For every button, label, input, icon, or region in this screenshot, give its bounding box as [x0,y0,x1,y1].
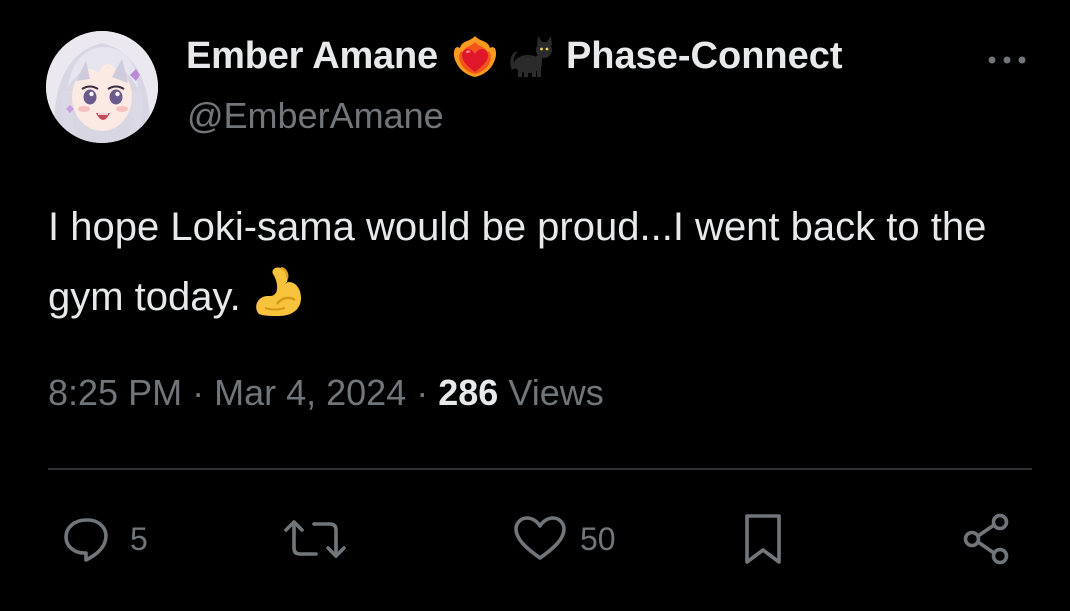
views-label: Views [508,372,604,413]
meta-separator: · [416,372,429,413]
avatar[interactable] [46,31,158,143]
more-icon [988,56,1026,64]
tweet-card: Ember Amane Phase-Connect @EmberAmane I … [0,0,1070,611]
black-cat-icon [506,34,554,78]
reply-icon [64,518,108,562]
author-handle[interactable]: @EmberAmane [187,95,444,137]
tweet-date[interactable]: Mar 4, 2024 [214,372,406,413]
flexed-biceps-icon [251,264,307,342]
more-options-button[interactable] [985,45,1029,75]
tweet-meta: 8:25 PM · Mar 4, 2024 · 286 Views [48,372,604,414]
retweet-button[interactable] [282,514,360,564]
heart-on-fire-icon [452,34,498,78]
affiliation-label[interactable]: Phase-Connect [566,35,843,78]
bottom-edge [0,604,1070,611]
avatar-image [46,31,158,143]
divider [48,468,1032,470]
views-count: 286 [438,372,499,413]
reply-button[interactable]: 5 [62,514,148,564]
bookmark-button[interactable] [738,514,788,564]
share-icon [963,513,1009,565]
author-name-row: Ember Amane Phase-Connect [186,34,843,78]
retweet-icon [284,520,346,558]
reply-count: 5 [130,520,148,557]
tweet-text: I hope Loki-sama would be proud...I went… [48,205,987,319]
like-button[interactable]: 50 [512,514,616,564]
meta-separator: · [192,372,205,413]
heart-icon [514,516,566,560]
display-name[interactable]: Ember Amane [186,35,438,78]
tweet-time[interactable]: 8:25 PM [48,372,182,413]
like-count: 50 [580,520,616,557]
bookmark-icon [745,514,781,564]
tweet-body: I hope Loki-sama would be proud...I went… [48,192,1008,342]
share-button[interactable] [960,513,1016,565]
